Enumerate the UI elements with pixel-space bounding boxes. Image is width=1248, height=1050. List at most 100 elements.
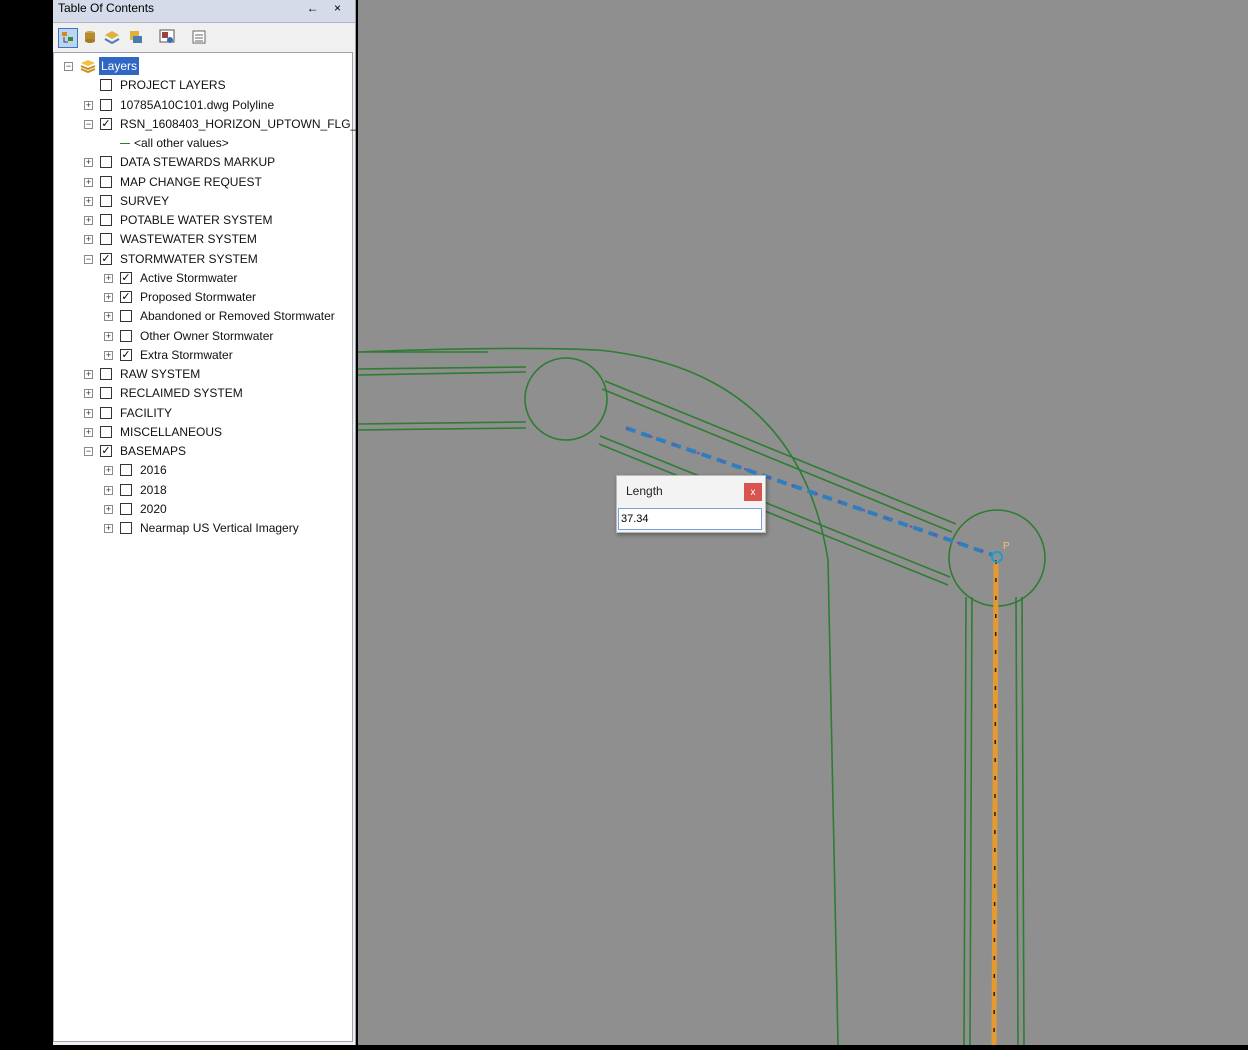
tree-item-wastewater[interactable]: + WASTEWATER SYSTEM [54,230,352,248]
layer-visibility-checkbox[interactable] [100,156,112,169]
tree-item-proposed-stormwater[interactable]: + ✓ Proposed Stormwater [54,288,352,306]
length-input[interactable] [618,508,762,530]
layer-visibility-checkbox[interactable] [100,214,112,226]
layer-label: PROJECT LAYERS [120,78,226,93]
tree-item-abandoned-stormwater[interactable]: + Abandoned or Removed Stormwater [54,307,352,325]
expand-icon[interactable]: + [104,293,113,302]
length-dialog-close-button[interactable]: x [744,483,762,501]
tree-item-rsn-horizon[interactable]: − ✓ RSN_1608403_HORIZON_UPTOWN_FLG_( [54,115,361,133]
tree-item-active-stormwater[interactable]: + ✓ Active Stormwater [54,269,352,287]
expand-icon[interactable]: + [104,312,113,322]
layer-visibility-checkbox[interactable] [120,329,132,342]
layer-visibility-checkbox[interactable] [120,502,132,515]
layer-label: DATA STEWARDS MARKUP [120,155,276,170]
expand-icon[interactable]: + [84,389,93,399]
vertex-label: P [1003,541,1010,552]
list-by-selection-icon[interactable] [127,28,147,48]
layer-visibility-checkbox[interactable] [120,522,132,534]
layer-visibility-checkbox[interactable] [100,406,112,419]
tree-item-stormwater[interactable]: − ✓ STORMWATER SYSTEM [54,250,352,268]
tree-item-raw-system[interactable]: + RAW SYSTEM [54,365,352,383]
layers-folder-icon [80,59,96,78]
layer-visibility-checkbox[interactable]: ✓ [120,291,132,303]
layer-visibility-checkbox[interactable] [100,79,112,92]
map-canvas[interactable]: P [357,0,1248,1046]
collapse-icon[interactable]: − [84,119,93,129]
layer-label: RECLAIMED SYSTEM [120,386,243,401]
layer-visibility-checkbox[interactable] [100,368,112,380]
tree-item-reclaimed-system[interactable]: + RECLAIMED SYSTEM [54,384,352,402]
expand-icon[interactable]: + [104,273,113,283]
length-dialog-title: Length [626,484,663,498]
tree-item-nearmap[interactable]: + Nearmap US Vertical Imagery [54,519,352,537]
tree-item-extra-stormwater[interactable]: + ✓ Extra Stormwater [54,346,352,364]
expand-icon[interactable]: + [104,524,113,533]
expand-icon[interactable]: + [104,504,113,514]
expand-icon[interactable]: + [84,370,93,379]
layer-label: FACILITY [120,405,173,420]
toc-pin-close-icons[interactable]: ← × [307,0,347,16]
layer-visibility-checkbox[interactable]: ✓ [100,252,112,265]
layer-visibility-checkbox[interactable]: ✓ [100,117,112,130]
layer-label: POTABLE WATER SYSTEM [120,213,273,227]
toc-title-bar[interactable]: Table Of Contents ← × [53,0,355,23]
tree-item-2018[interactable]: +2018 [54,481,352,499]
tree-item-basemaps[interactable]: − ✓ BASEMAPS [54,442,352,460]
tree-root-layers[interactable]: − Layers [54,57,352,75]
list-by-visibility-icon[interactable] [103,28,123,48]
road-edge-line [357,421,527,425]
collapse-icon[interactable]: − [84,254,93,264]
expand-icon[interactable]: + [84,100,93,110]
map-view[interactable]: P [357,0,1248,1046]
layer-label: SURVEY [120,193,170,208]
layer-visibility-checkbox[interactable]: ✓ [120,271,132,284]
tree-item-miscellaneous[interactable]: + MISCELLANEOUS [54,423,352,441]
layer-visibility-checkbox[interactable] [120,483,132,496]
layer-label: RAW SYSTEM [120,367,201,381]
layer-label: Other Owner Stormwater [140,328,274,343]
length-dialog: Length x [616,475,766,533]
layer-visibility-checkbox[interactable] [100,233,112,246]
layer-visibility-checkbox[interactable] [120,464,132,477]
expand-icon[interactable]: + [104,331,113,341]
expand-icon[interactable]: + [84,158,93,168]
options-icon[interactable] [158,28,178,48]
layer-visibility-checkbox[interactable] [100,194,112,207]
layer-visibility-checkbox[interactable] [100,425,112,438]
road-edge-line [963,596,967,1046]
layer-label: MISCELLANEOUS [120,424,223,439]
layer-visibility-checkbox[interactable] [100,387,112,400]
tree-item-survey[interactable]: + SURVEY [54,192,352,210]
layer-visibility-checkbox[interactable] [100,98,112,111]
layer-visibility-checkbox[interactable] [120,310,132,323]
expand-icon[interactable]: + [84,408,93,418]
collapse-icon[interactable]: − [84,447,93,456]
tree-item-dwg-polyline[interactable]: +10785A10C101.dwg Polyline [54,96,352,114]
list-by-source-icon[interactable] [81,28,101,48]
expand-icon[interactable]: + [84,177,93,187]
layer-visibility-checkbox[interactable] [100,175,112,188]
tree-item-2020[interactable]: +2020 [54,500,352,518]
tree-item-map-change[interactable]: + MAP CHANGE REQUEST [54,173,352,191]
expand-icon[interactable]: + [84,235,93,245]
expand-icon[interactable]: + [104,485,113,495]
collapse-icon[interactable]: − [64,62,73,71]
tree-item-2016[interactable]: +2016 [54,461,352,479]
tree-item-potable-water[interactable]: + POTABLE WATER SYSTEM [54,211,352,229]
layer-visibility-checkbox[interactable]: ✓ [100,445,112,457]
expand-icon[interactable]: + [104,350,113,360]
tree-item-other-owner-stormwater[interactable]: + Other Owner Stormwater [54,327,352,345]
expand-icon[interactable]: + [104,466,113,476]
layer-visibility-checkbox[interactable]: ✓ [120,348,132,361]
tree-item-project-layers[interactable]: PROJECT LAYERS [54,76,352,94]
layer-label: RSN_1608403_HORIZON_UPTOWN_FLG_( [120,116,362,131]
tree-item-facility[interactable]: + FACILITY [54,404,352,422]
layer-label: 2020 [140,501,167,516]
tree-item-all-other-values[interactable]: <all other values> [54,134,352,152]
collapse-icon[interactable] [190,28,210,48]
expand-icon[interactable]: + [84,216,93,225]
tree-item-data-stewards[interactable]: + DATA STEWARDS MARKUP [54,153,352,171]
expand-icon[interactable]: + [84,427,93,437]
list-by-drawing-order-icon[interactable] [58,28,78,48]
expand-icon[interactable]: + [84,196,93,206]
